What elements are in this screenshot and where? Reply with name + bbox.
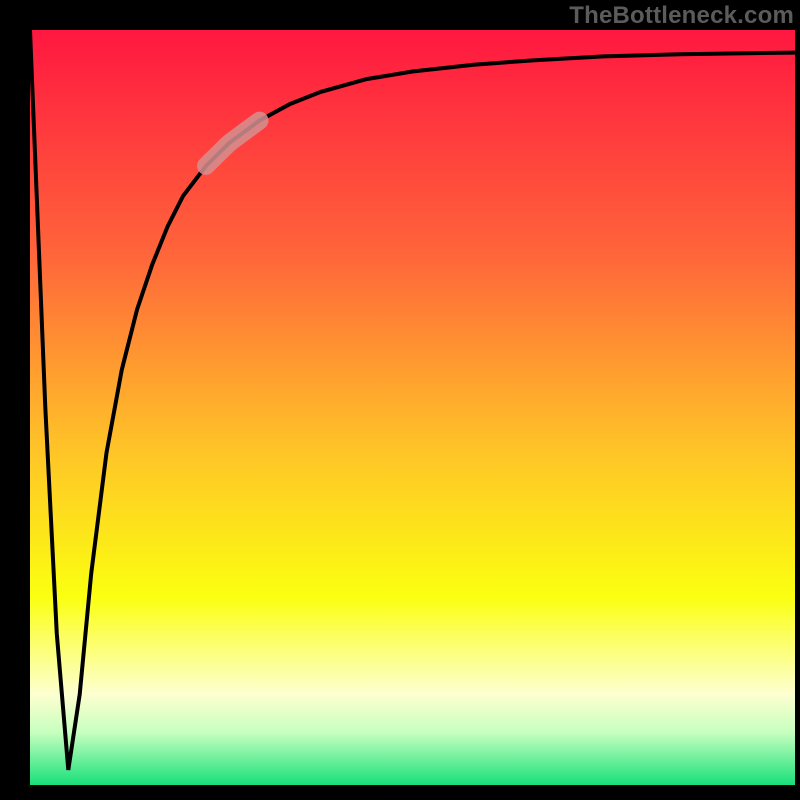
chart-frame: TheBottleneck.com	[0, 0, 800, 800]
chart-svg	[0, 0, 800, 800]
watermark-text: TheBottleneck.com	[569, 2, 794, 30]
plot-background	[30, 30, 795, 785]
